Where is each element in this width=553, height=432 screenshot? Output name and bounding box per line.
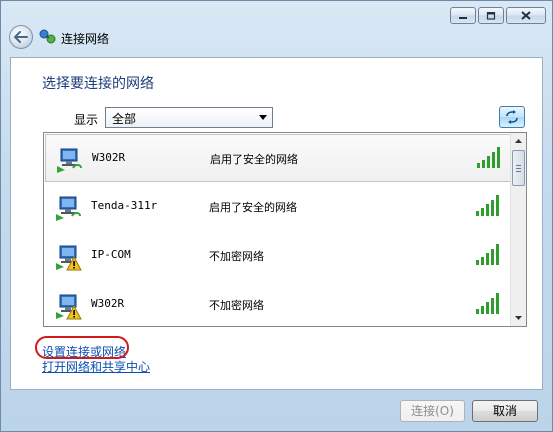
maximize-icon xyxy=(486,11,496,20)
cancel-button[interactable]: 取消 xyxy=(472,400,538,422)
unsecured-network-icon xyxy=(56,245,82,271)
refresh-button[interactable] xyxy=(499,106,525,128)
back-arrow-icon xyxy=(14,31,28,43)
filter-selected-value: 全部 xyxy=(112,112,137,126)
title-bar: 连接网络 xyxy=(1,1,553,57)
back-button[interactable] xyxy=(9,25,33,49)
refresh-icon xyxy=(506,110,518,124)
close-icon xyxy=(521,11,531,20)
network-security: 启用了安全的网络 xyxy=(209,201,297,214)
network-row[interactable]: IP-COM 不加密网络 xyxy=(45,232,511,280)
window-frame: 连接网络 选择要连接的网络 显示 全部 W302R 启用了安全的网络 Tenda… xyxy=(0,0,553,432)
window-controls xyxy=(450,7,546,24)
network-name: W302R xyxy=(92,151,126,164)
chevron-down-icon xyxy=(259,115,267,120)
list-scrollbar[interactable] xyxy=(510,133,526,326)
unsecured-network-icon xyxy=(56,294,82,320)
scroll-thumb[interactable] xyxy=(512,150,525,186)
grip-line xyxy=(516,165,521,166)
signal-strength-icon xyxy=(476,293,499,314)
grip-line xyxy=(516,168,521,169)
grip-line xyxy=(516,171,521,172)
network-row[interactable]: Tenda-311r 启用了安全的网络 xyxy=(45,183,511,231)
show-label: 显示 xyxy=(74,113,99,127)
close-button[interactable] xyxy=(506,7,546,24)
dialog-content: 选择要连接的网络 显示 全部 W302R 启用了安全的网络 Tenda-311r… xyxy=(10,57,543,390)
network-security: 不加密网络 xyxy=(209,250,264,263)
minimize-button[interactable] xyxy=(450,7,476,24)
scroll-down-icon xyxy=(515,316,522,320)
network-list: W302R 启用了安全的网络 Tenda-311r 启用了安全的网络 IP-CO… xyxy=(43,132,527,327)
signal-strength-icon xyxy=(477,147,500,168)
window-title: 连接网络 xyxy=(61,32,110,46)
secured-network-icon xyxy=(56,196,81,221)
signal-strength-icon xyxy=(476,195,499,216)
network-name: IP-COM xyxy=(91,248,131,261)
network-filter-select[interactable]: 全部 xyxy=(105,107,273,128)
network-app-icon xyxy=(39,29,56,44)
secured-network-icon xyxy=(57,148,82,173)
minimize-icon xyxy=(459,16,467,19)
scroll-up-button[interactable] xyxy=(511,133,526,149)
network-name: W302R xyxy=(91,297,125,310)
scroll-down-button[interactable] xyxy=(511,310,526,326)
connect-button[interactable]: 连接(O) xyxy=(400,400,465,422)
network-security: 不加密网络 xyxy=(209,299,264,312)
network-row[interactable]: W302R 不加密网络 xyxy=(45,281,511,326)
scroll-up-icon xyxy=(515,139,522,143)
network-sharing-center-link[interactable]: 打开网络和共享中心 xyxy=(42,358,150,375)
dialog-footer: 连接(O) 取消 xyxy=(1,390,553,432)
signal-strength-icon xyxy=(476,244,499,265)
network-row[interactable]: W302R 启用了安全的网络 xyxy=(45,134,511,182)
maximize-button[interactable] xyxy=(478,7,504,24)
network-name: Tenda-311r xyxy=(91,199,158,212)
page-heading: 选择要连接的网络 xyxy=(42,76,154,92)
network-security: 启用了安全的网络 xyxy=(210,153,298,166)
